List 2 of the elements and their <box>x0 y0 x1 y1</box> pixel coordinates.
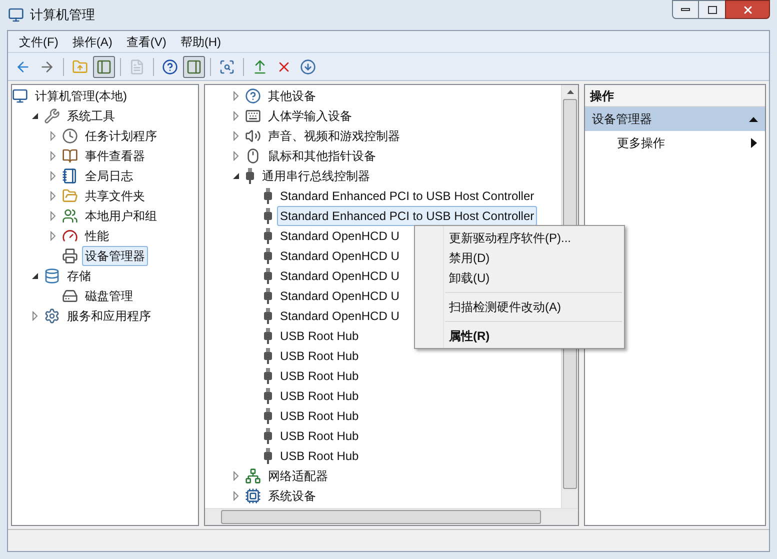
window-title: 计算机管理 <box>30 6 95 24</box>
pane-title: 操作 <box>585 85 765 107</box>
